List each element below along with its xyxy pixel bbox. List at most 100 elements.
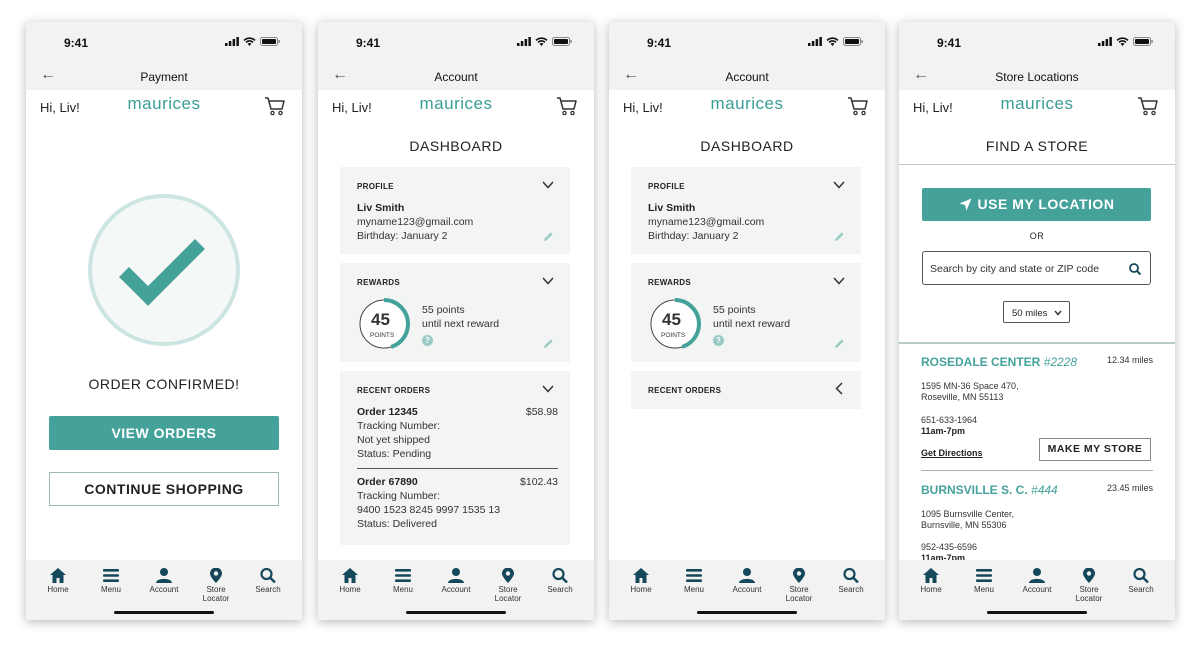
search-icon[interactable] <box>1129 263 1141 275</box>
tab-account[interactable]: Account <box>1011 568 1063 594</box>
edit-pencil-icon[interactable] <box>834 338 845 349</box>
chevron-down-icon[interactable] <box>542 385 554 393</box>
tracking-value: Not yet shipped <box>357 434 430 446</box>
page-title: Store Locations <box>995 70 1079 84</box>
tab-bar: Home Menu Account Store Locator Search <box>609 560 885 620</box>
status-icons <box>517 37 572 46</box>
make-my-store-button[interactable]: MAKE MY STORE <box>1039 438 1151 461</box>
edit-pencil-icon[interactable] <box>543 231 554 242</box>
status-time: 9:41 <box>647 36 672 50</box>
tab-store-locator[interactable]: Store Locator <box>773 568 825 603</box>
tab-store-locator[interactable]: Store Locator <box>482 568 534 603</box>
store-name[interactable]: ROSEDALE CENTER #2228 <box>921 355 1077 369</box>
battery-icon <box>843 37 863 46</box>
help-question-icon[interactable]: ? <box>713 335 724 346</box>
tab-store-locator[interactable]: Store Locator <box>190 568 242 603</box>
cart-icon[interactable] <box>847 96 869 121</box>
get-directions-link[interactable]: Get Directions <box>921 448 983 459</box>
points-to-next: 55 points <box>713 304 756 316</box>
recent-orders-card[interactable]: RECENT ORDERS <box>631 371 861 409</box>
radius-select[interactable]: 50 miles <box>1003 301 1070 323</box>
help-question-icon[interactable]: ? <box>422 335 433 346</box>
profile-card[interactable]: PROFILE Liv Smith myname123@gmail.com Bi… <box>631 167 861 254</box>
continue-shopping-button[interactable]: CONTINUE SHOPPING <box>49 472 279 506</box>
cart-icon[interactable] <box>264 96 286 121</box>
tab-account[interactable]: Account <box>138 568 190 594</box>
phone-payment-screen: 9:41 ← Payment Hi, Liv! maurices ORDER C… <box>26 22 302 620</box>
tab-store-locator[interactable]: Store Locator <box>1063 568 1115 603</box>
tab-menu[interactable]: Menu <box>85 568 137 594</box>
tab-menu[interactable]: Menu <box>958 568 1010 594</box>
chevron-left-icon[interactable] <box>835 382 843 395</box>
rewards-card[interactable]: REWARDS 45 POINTS 55 points until next r… <box>631 263 861 362</box>
radius-value: 50 miles <box>1012 308 1048 319</box>
tab-menu[interactable]: Menu <box>668 568 720 594</box>
maurices-logo[interactable]: maurices <box>609 94 885 114</box>
order-divider <box>357 468 558 469</box>
rewards-card[interactable]: REWARDS 45 POINTS 55 points until next r… <box>340 263 570 362</box>
tab-search[interactable]: Search <box>825 568 877 594</box>
status-bar: 9:41 <box>26 22 302 64</box>
store-address-line2: Roseville, MN 55113 <box>921 392 1004 402</box>
page-title: Account <box>434 70 478 84</box>
profile-card[interactable]: PROFILE Liv Smith myname123@gmail.com Bi… <box>340 167 570 254</box>
use-my-location-button[interactable]: USE MY LOCATION <box>922 188 1151 221</box>
chevron-down-icon[interactable] <box>833 181 845 189</box>
location-pin-icon <box>502 568 514 583</box>
store-hours: 11am-7pm <box>921 426 966 436</box>
navigation-arrow-icon <box>959 198 972 211</box>
menu-icon <box>395 569 411 582</box>
tab-bar: Home Menu Account Store Locator Search <box>899 560 1175 620</box>
edit-pencil-icon[interactable] <box>543 338 554 349</box>
tab-home[interactable]: Home <box>324 568 376 594</box>
status-time: 9:41 <box>356 36 381 50</box>
maurices-logo[interactable]: maurices <box>318 94 594 114</box>
phone-dashboard-collapsed: 9:41 ← Account Hi, Liv! maurices DASHBOA… <box>609 22 885 620</box>
chevron-down-icon[interactable] <box>542 277 554 285</box>
tab-search[interactable]: Search <box>534 568 586 594</box>
tab-home[interactable]: Home <box>615 568 667 594</box>
account-icon <box>1029 568 1045 583</box>
tab-account[interactable]: Account <box>721 568 773 594</box>
tab-menu[interactable]: Menu <box>377 568 429 594</box>
location-pin-icon <box>1083 568 1095 583</box>
nav-bar: ← Account <box>318 64 594 90</box>
order-confirmed-text: ORDER CONFIRMED! <box>88 376 240 392</box>
tab-account[interactable]: Account <box>430 568 482 594</box>
or-text: OR <box>1029 231 1045 241</box>
points-unit-label: POINTS <box>661 332 686 339</box>
store-phone[interactable]: 952-435-6596 <box>921 542 977 553</box>
store-number: #444 <box>1031 483 1058 497</box>
order-number[interactable]: Order 12345 <box>357 406 418 418</box>
points-value: 45 <box>662 310 681 329</box>
tab-home[interactable]: Home <box>32 568 84 594</box>
chevron-down-icon[interactable] <box>542 181 554 189</box>
status-bar: 9:41 <box>899 22 1175 64</box>
view-orders-button[interactable]: VIEW ORDERS <box>49 416 279 450</box>
tab-search[interactable]: Search <box>242 568 294 594</box>
tab-home[interactable]: Home <box>905 568 957 594</box>
location-pin-icon <box>210 568 222 583</box>
store-phone[interactable]: 651-633-1964 <box>921 415 977 426</box>
store-divider <box>921 470 1153 471</box>
tracking-value: 9400 1523 8245 9997 1535 13 <box>357 504 501 516</box>
maurices-logo[interactable]: maurices <box>899 94 1175 114</box>
store-search-input[interactable]: Search by city and state or ZIP code <box>922 251 1151 285</box>
store-name[interactable]: BURNSVILLE S. C. #444 <box>921 483 1058 497</box>
tab-search[interactable]: Search <box>1115 568 1167 594</box>
tracking-label: Tracking Number: <box>357 490 441 502</box>
cart-icon[interactable] <box>1137 96 1159 121</box>
edit-pencil-icon[interactable] <box>834 231 845 242</box>
maurices-logo[interactable]: maurices <box>26 94 302 114</box>
status-bar: 9:41 <box>318 22 594 64</box>
signal-icon <box>1098 37 1112 46</box>
chevron-down-icon <box>1054 310 1062 316</box>
status-time: 9:41 <box>64 36 89 50</box>
wifi-icon <box>826 37 839 46</box>
home-icon <box>342 568 358 583</box>
order-number[interactable]: Order 67890 <box>357 476 418 488</box>
cart-icon[interactable] <box>556 96 578 121</box>
recent-orders-card[interactable]: RECENT ORDERS Order 12345 $58.98 Trackin… <box>340 371 570 545</box>
chevron-down-icon[interactable] <box>833 277 845 285</box>
rewards-label: REWARDS <box>648 278 691 287</box>
